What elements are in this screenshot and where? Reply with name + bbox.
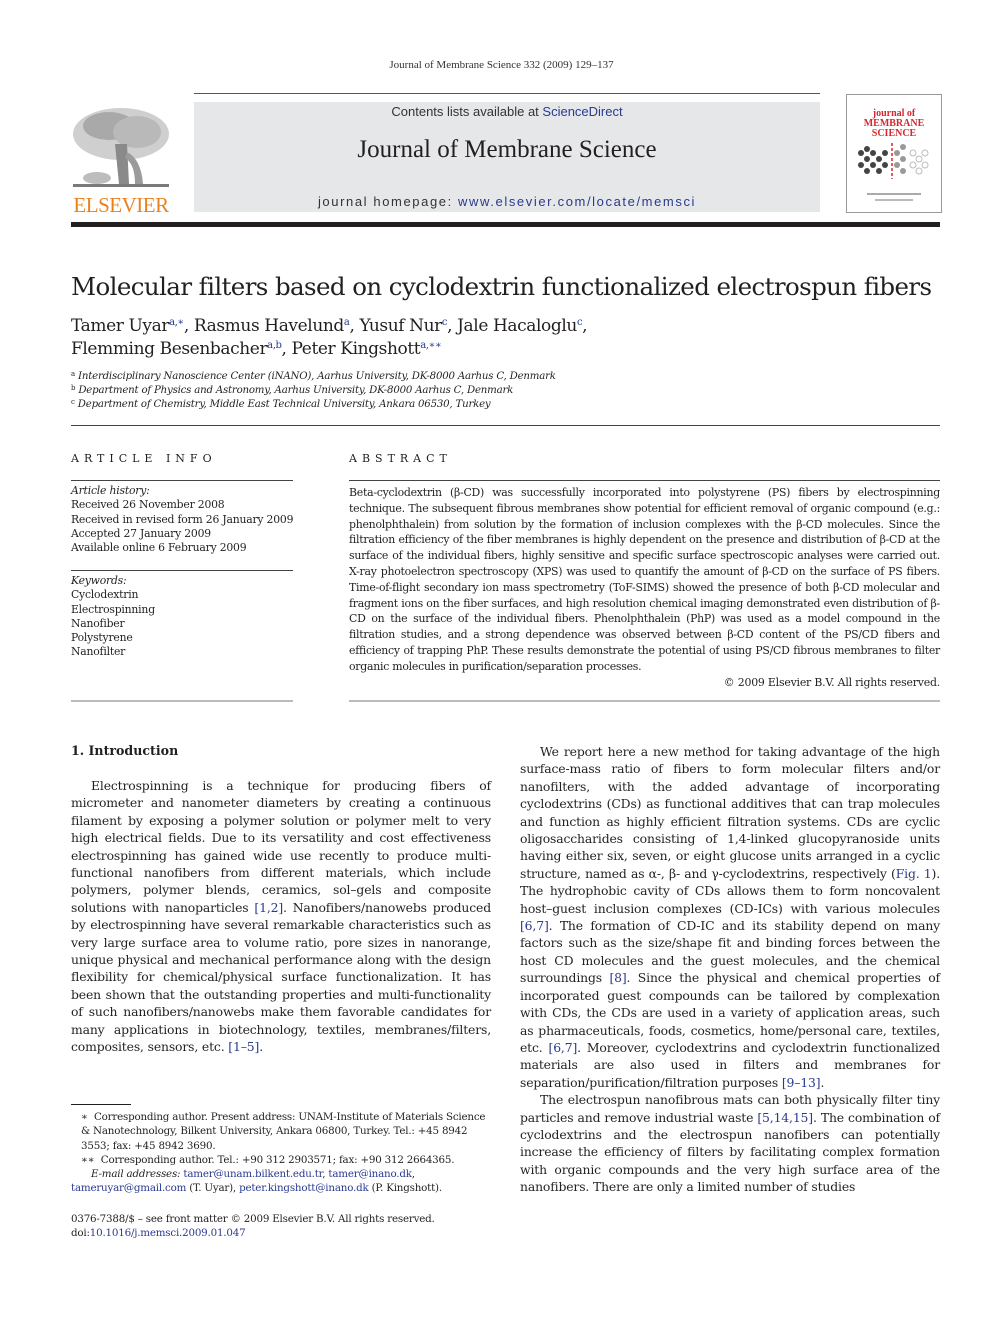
contents-prefix: Contents lists available at [391,104,543,119]
author[interactable]: Jale Hacalogluc [457,316,582,336]
author[interactable]: Flemming Besenbachera,b [71,339,282,359]
email-label: E-mail addresses: [91,1168,181,1181]
history-item: Accepted 27 January 2009 [71,526,211,540]
keyword: Nanofiber [71,616,125,630]
journal-title: Journal of Membrane Science [357,136,657,163]
affiliation: a Interdisciplinary Nanoscience Center (… [71,370,556,383]
keyword: Electrospinning [71,602,155,616]
keywords: Keywords: Cyclodextrin Electrospinning N… [71,574,155,660]
keyword: Polystyrene [71,631,133,645]
divider [349,700,940,702]
abstract-label: ABSTRACT [349,452,452,465]
body-paragraph: The electrospun nanofibrous mats can bot… [520,1091,940,1195]
body-text: . Moreover, cyclodextrins and cyclodextr… [520,1039,940,1090]
keywords-heading: Keywords: [71,574,127,587]
author-list: Tamer Uyara,∗, Rasmus Havelunda, Yusuf N… [71,316,588,359]
divider [71,480,293,481]
cover-footer-line [875,199,913,201]
header-rule [71,425,940,426]
divider [71,570,293,571]
journal-banner: Contents lists available at ScienceDirec… [194,102,820,212]
keyword: Cyclodextrin [71,588,139,602]
citation-link[interactable]: Fig. 1 [896,866,932,881]
journal-homepage: journal homepage: www.elsevier.com/locat… [194,194,820,209]
cover-title: journal of MEMBRANE SCIENCE [847,109,941,139]
abstract-copyright: © 2009 Elsevier B.V. All rights reserved… [723,676,940,689]
affiliation: b Department of Physics and Astronomy, A… [71,384,514,397]
divider [349,480,940,481]
citation-link[interactable]: [1,2] [254,900,283,915]
elsevier-tree-icon [73,108,169,187]
history-item: Received in revised form 26 January 2009 [71,512,294,526]
footnote-mark: ∗∗ [81,1153,95,1166]
doi-link[interactable]: 10.1016/j.memsci.2009.01.047 [90,1227,246,1239]
citation-link[interactable]: [6,7] [549,1040,578,1055]
author[interactable]: Tamer Uyara,∗ [71,316,184,336]
email-link[interactable]: peter.kingshott@inano.dk [239,1182,369,1194]
body-text: Electrospinning is a technique for produ… [71,778,491,915]
history-item: Received 26 November 2008 [71,498,225,512]
journal-cover-thumbnail[interactable]: journal of MEMBRANE SCIENCE [846,94,942,213]
footnote: ∗∗ Corresponding author. Tel.: +90 312 2… [81,1153,455,1166]
affiliation: c Department of Chemistry, Middle East T… [71,398,491,411]
section-heading: 1. Introduction [71,743,179,758]
body-paragraph: We report here a new method for taking a… [520,743,940,1091]
divider [71,700,293,702]
article-title: Molecular filters based on cyclodextrin … [71,272,932,301]
author[interactable]: Rasmus Havelunda [194,316,350,336]
body-text: . [820,1074,825,1090]
history-item: Available online 6 February 2009 [71,541,247,555]
author-affil-sup[interactable]: a,∗ [169,317,184,328]
running-header: Journal of Membrane Science 332 (2009) 1… [389,59,614,71]
sciencedirect-link[interactable]: ScienceDirect [542,104,622,119]
masthead-rule [71,222,940,227]
cover-title-line: SCIENCE [871,128,917,139]
body-column-right: We report here a new method for taking a… [520,743,940,1196]
footnote: ∗ Corresponding author. Present address:… [81,1111,486,1152]
elsevier-logo[interactable]: ELSEVIER [69,104,173,216]
keyword: Nanofilter [71,645,126,659]
doi-line: doi:10.1016/j.memsci.2009.01.047 [71,1227,246,1240]
body-text: We report here a new method for taking a… [520,744,940,881]
body-text: . [259,1039,263,1055]
citation-link[interactable]: [9–13] [782,1075,821,1090]
cover-molecule-icon [858,143,929,179]
author-affil-sup[interactable]: a,b [267,340,282,351]
footnote-mark: ∗ [81,1111,88,1123]
contents-available: Contents lists available at ScienceDirec… [194,104,820,119]
elsevier-wordmark: ELSEVIER [73,193,169,217]
author[interactable]: Yusuf Nurc [360,316,448,336]
email-link[interactable]: tamer@inano.dk [328,1168,412,1180]
issn-line: 0376-7388/$ – see front matter © 2009 El… [71,1213,435,1225]
homepage-link[interactable]: www.elsevier.com/locate/memsci [458,194,696,209]
body-text: . Nanofibers/nanowebs produced by electr… [71,899,491,1055]
citation-link[interactable]: [5,14,15] [757,1110,813,1125]
article-history: Article history: Received 26 November 20… [71,484,293,555]
cover-footer-line [867,193,921,195]
body-paragraph: Electrospinning is a technique for produ… [71,777,491,1056]
affiliation-list: a Interdisciplinary Nanoscience Center (… [71,370,556,412]
homepage-prefix: journal homepage: [317,194,459,209]
author-affil-sup[interactable]: a,∗∗ [420,340,442,351]
front-matter: 0376-7388/$ – see front matter © 2009 El… [71,1212,435,1241]
citation-link[interactable]: [8] [609,970,626,985]
email-link[interactable]: tamer@unam.bilkent.edu.tr [183,1168,322,1180]
email-addresses: E-mail addresses: tamer@unam.bilkent.edu… [71,1168,442,1195]
history-heading: Article history: [71,484,150,497]
footnotes: ∗ Corresponding author. Present address:… [71,1110,491,1196]
top-rule [194,93,820,94]
footnote-rule [71,1104,131,1105]
body-column-left: Electrospinning is a technique for produ… [71,777,491,1056]
email-link[interactable]: tameruyar@gmail.com [71,1182,186,1194]
article-info-label: ARTICLE INFO [71,452,217,465]
author[interactable]: Peter Kingshotta,∗∗ [292,339,442,359]
citation-link[interactable]: [6,7] [520,918,549,933]
citation-link[interactable]: [1–5] [228,1039,259,1054]
abstract-text: Beta-cyclodextrin (β-CD) was successfull… [349,486,940,673]
